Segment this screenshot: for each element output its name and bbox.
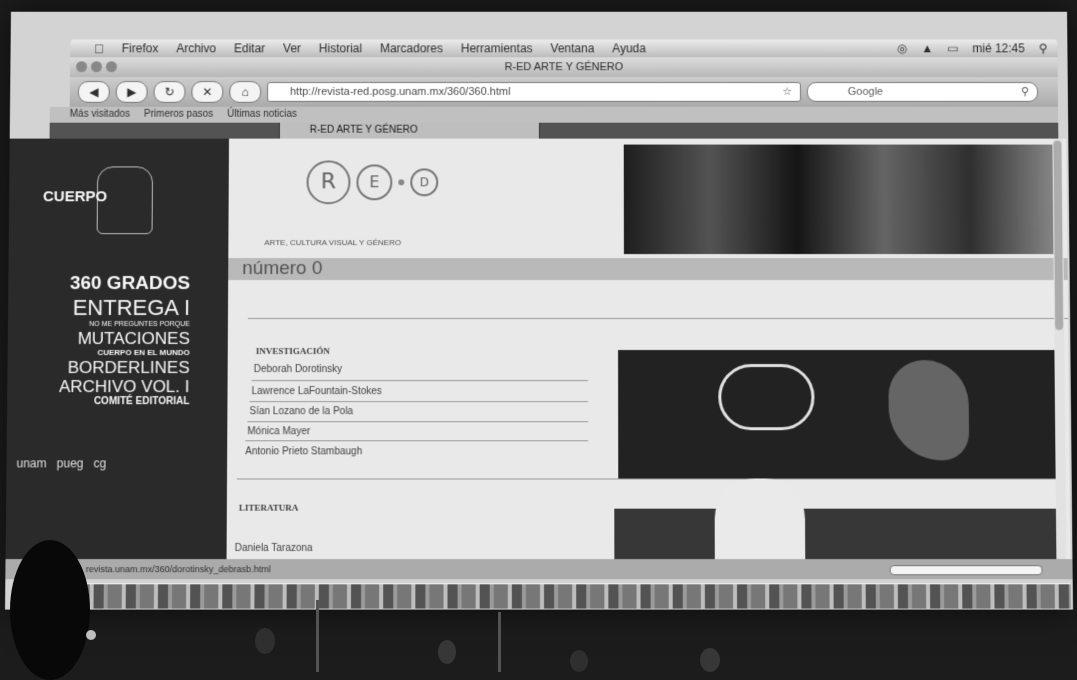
home-button[interactable]: ⌂ [229, 81, 262, 103]
search-icon[interactable]: ⚲ [1021, 83, 1029, 101]
page-main: R E D ARTE, CULTURA VISUAL Y GÉNERO núme… [226, 138, 1071, 560]
sidebar-menu: 360 GRADOS ENTREGA I NO ME PREGUNTES POR… [7, 273, 191, 407]
stop-button[interactable]: ✕ [191, 81, 224, 103]
audience-head [438, 640, 456, 664]
bookmark-item[interactable]: Más visitados [70, 107, 130, 123]
site-tagline: ARTE, CULTURA VISUAL Y GÉNERO [264, 238, 402, 248]
section-investigacion: INVESTIGACIÓN [255, 346, 330, 357]
tab-2[interactable]: R-ED ARTE Y GÉNERO [279, 122, 540, 139]
cuerpo-link[interactable]: CUERPO [43, 188, 107, 205]
status-bar: revista.unam.mx/360/dorotinsky_debrasb.h… [5, 559, 1073, 580]
scroll-thumb[interactable] [1053, 140, 1064, 331]
divider [245, 440, 589, 442]
bookmark-item[interactable]: Primeros pasos [144, 107, 213, 123]
unam-logo[interactable]: unam [16, 456, 46, 470]
menu-editar[interactable]: Editar [234, 41, 265, 55]
url-text: http://revista-red.posg.unam.mx/360/360.… [289, 86, 511, 98]
microphone-stand [498, 612, 501, 672]
tab-strip: R-ED ARTE Y GÉNERO [49, 122, 1059, 139]
close-window-button[interactable] [76, 61, 88, 73]
audience-head [255, 628, 275, 654]
logo-dot [398, 179, 405, 186]
apple-menu-icon[interactable]:  [94, 41, 104, 56]
nav-entrega[interactable]: ENTREGA I [8, 295, 191, 320]
window-controls [76, 61, 117, 73]
wifi-icon[interactable]: ◎ [897, 41, 908, 55]
menu-herramientas[interactable]: Herramientas [461, 41, 533, 55]
mac-menubar:  Firefox Archivo Editar Ver Historial M… [70, 39, 1058, 58]
menu-archivo[interactable]: Archivo [176, 41, 216, 55]
divider [249, 401, 589, 403]
issue-title: número 0 [228, 258, 1068, 281]
menu-ayuda[interactable]: Ayuda [612, 41, 646, 55]
browser-toolbar: ◀ ▶ ↻ ✕ ⌂ http://revista-red.posg.unam.m… [69, 77, 1059, 107]
nav-no-me-preguntes[interactable]: NO ME PREGUNTES PORQUE [8, 321, 190, 328]
reload-button[interactable]: ↻ [153, 81, 186, 103]
zoom-window-button[interactable] [105, 61, 117, 73]
menu-marcadores[interactable]: Marcadores [380, 41, 443, 55]
investigacion-artwork[interactable] [618, 350, 1060, 479]
window-title: R-ED ARTE Y GÉNERO [504, 61, 624, 74]
url-bar[interactable]: http://revista-red.posg.unam.mx/360/360.… [267, 82, 801, 102]
nav-360-grados[interactable]: 360 GRADOS [8, 273, 190, 294]
microphone-stand [316, 600, 319, 672]
author-link[interactable]: Antonio Prieto Stambaugh [245, 446, 362, 457]
projection-screen:  Firefox Archivo Editar Ver Historial M… [5, 11, 1073, 610]
artwork-face [888, 360, 970, 461]
author-link[interactable]: Lawrence LaFountain-Stokes [252, 386, 382, 397]
nav-cuerpo-en-el-mundo[interactable]: CUERPO EN EL MUNDO [8, 348, 189, 357]
volume-icon[interactable]: ▲ [921, 41, 933, 55]
dock[interactable] [75, 583, 1071, 609]
logo-d: D [410, 168, 439, 197]
search-engine-label: Google [847, 86, 884, 98]
bookmark-star-icon[interactable]: ☆ [782, 83, 792, 101]
divider [251, 380, 589, 382]
logo-r: R [306, 160, 351, 205]
status-url: revista.unam.mx/360/dorotinsky_debrasb.h… [85, 564, 271, 575]
author-link[interactable]: Deborah Dorotinsky [254, 364, 343, 375]
author-link[interactable]: Daniela Tarazona [235, 543, 313, 554]
header-photo [623, 144, 1058, 255]
artwork-figure [718, 364, 815, 431]
artwork-figure-lower [714, 478, 806, 560]
minimize-window-button[interactable] [90, 61, 103, 73]
battery-icon[interactable]: ▭ [947, 41, 958, 55]
logo-e: E [356, 164, 393, 201]
nav-mutaciones[interactable]: MUTACIONES [8, 329, 190, 348]
author-link[interactable]: Mónica Mayer [247, 426, 310, 437]
site-sidebar: CUERPO 360 GRADOS ENTREGA I NO ME PREGUN… [5, 138, 229, 560]
audience-head [700, 648, 720, 672]
author-link[interactable]: Sían Lozano de la Pola [249, 406, 353, 417]
audience-head [570, 650, 588, 672]
search-box[interactable]: Google ⚲ [806, 82, 1039, 102]
section-literatura: LITERATURA [238, 502, 299, 513]
bookmarks-toolbar: Más visitados Primeros pasos Últimas not… [49, 106, 1059, 123]
divider [237, 478, 1060, 480]
sponsor-logos: unam pueg cg [16, 456, 106, 470]
cg-logo[interactable]: cg [93, 456, 106, 470]
window-titlebar: R-ED ARTE Y GÉNERO [70, 57, 1058, 78]
apple-logo-laptop [86, 630, 96, 640]
menu-ver[interactable]: Ver [283, 41, 301, 55]
nav-comite-editorial[interactable]: COMITÉ EDITORIAL [7, 396, 190, 407]
spotlight-icon[interactable]: ⚲ [1039, 41, 1048, 55]
pueg-logo[interactable]: pueg [57, 456, 84, 470]
menubar-clock[interactable]: mié 12:45 [972, 41, 1025, 55]
tab-1[interactable] [49, 122, 280, 139]
menu-firefox[interactable]: Firefox [122, 41, 159, 55]
nav-archivo[interactable]: ARCHIVO VOL. I [7, 377, 190, 396]
back-button[interactable]: ◀ [77, 81, 110, 103]
menu-historial[interactable]: Historial [319, 41, 362, 55]
audience-silhouette [10, 540, 90, 680]
menu-ventana[interactable]: Ventana [551, 41, 595, 55]
bookmark-item[interactable]: Últimas noticias [227, 107, 297, 123]
forward-button[interactable]: ▶ [115, 81, 148, 103]
nav-borderlines[interactable]: BORDERLINES [7, 358, 190, 377]
red-logo[interactable]: R E D [306, 160, 439, 205]
literatura-artwork[interactable] [614, 478, 1061, 560]
divider [247, 421, 589, 423]
divider [247, 317, 1069, 319]
horizontal-scrollbar[interactable] [889, 565, 1043, 576]
